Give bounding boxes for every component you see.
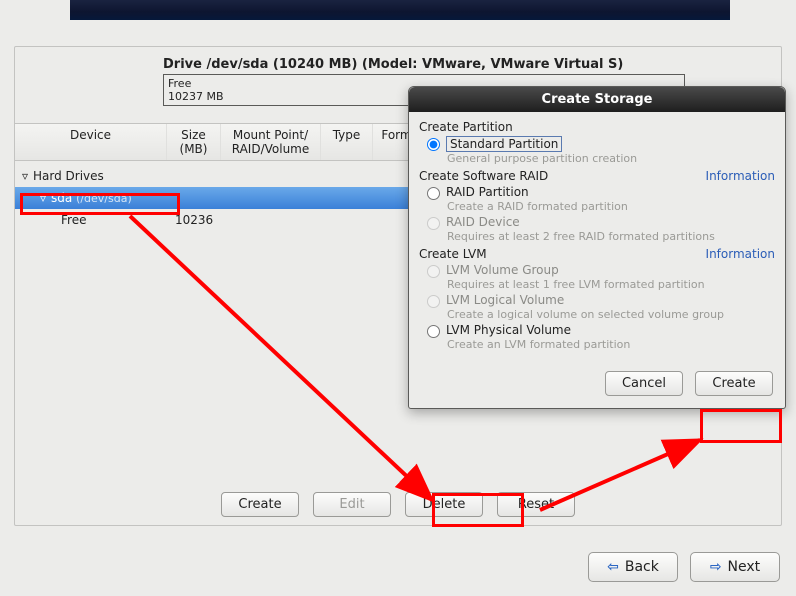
back-button[interactable]: ⇦ Back (588, 552, 678, 582)
col-type[interactable]: Type (321, 124, 373, 160)
radio-lvm-lv: LVM Logical Volume (427, 293, 775, 308)
radio-input (427, 265, 440, 278)
radio-input[interactable] (427, 325, 440, 338)
radio-raid-partition[interactable]: RAID Partition (427, 185, 775, 200)
dialog-create-button[interactable]: Create (695, 371, 773, 396)
section-create-lvm: Create LVM Information (419, 247, 775, 261)
hint-lvm-pv: Create an LVM formated partition (447, 338, 775, 351)
action-buttons: Create Edit Delete Reset (15, 492, 781, 517)
hint-standard: General purpose partition creation (447, 152, 775, 165)
delete-button[interactable]: Delete (405, 492, 483, 517)
chevron-down-icon[interactable]: ▿ (37, 191, 49, 205)
installer-banner (70, 0, 730, 20)
dialog-body: Create Partition Standard Partition Gene… (409, 112, 785, 361)
section-create-partition: Create Partition (419, 120, 775, 134)
cancel-button[interactable]: Cancel (605, 371, 683, 396)
hint-raid-partition: Create a RAID formated partition (447, 200, 775, 213)
dialog-buttons: Cancel Create (409, 361, 785, 408)
next-button[interactable]: ⇨ Next (690, 552, 780, 582)
create-storage-dialog: Create Storage Create Partition Standard… (408, 86, 786, 409)
col-device[interactable]: Device (15, 124, 167, 160)
raid-info-link[interactable]: Information (706, 169, 775, 183)
section-create-raid: Create Software RAID Information (419, 169, 775, 183)
arrow-left-icon: ⇦ (607, 559, 619, 575)
col-mount[interactable]: Mount Point/ RAID/Volume (221, 124, 321, 160)
chevron-down-icon[interactable]: ▿ (19, 169, 31, 183)
hint-lvm-lv: Create a logical volume on selected volu… (447, 308, 775, 321)
hint-lvm-vg: Requires at least 1 free LVM formated pa… (447, 278, 775, 291)
create-button[interactable]: Create (221, 492, 299, 517)
col-size[interactable]: Size (MB) (167, 124, 221, 160)
radio-lvm-pv[interactable]: LVM Physical Volume (427, 323, 775, 338)
radio-input (427, 295, 440, 308)
drive-title: Drive /dev/sda (10240 MB) (Model: VMware… (163, 57, 685, 72)
radio-lvm-vg: LVM Volume Group (427, 263, 775, 278)
radio-raid-device: RAID Device (427, 215, 775, 230)
dialog-title: Create Storage (409, 87, 785, 112)
nav-buttons: ⇦ Back ⇨ Next (588, 552, 780, 582)
hint-raid-device: Requires at least 2 free RAID formated p… (447, 230, 775, 243)
radio-input[interactable] (427, 138, 440, 151)
arrow-right-icon: ⇨ (710, 559, 722, 575)
lvm-info-link[interactable]: Information (706, 247, 775, 261)
radio-input[interactable] (427, 187, 440, 200)
edit-button: Edit (313, 492, 391, 517)
reset-button[interactable]: Reset (497, 492, 575, 517)
radio-standard-partition[interactable]: Standard Partition (427, 136, 775, 152)
radio-input (427, 217, 440, 230)
